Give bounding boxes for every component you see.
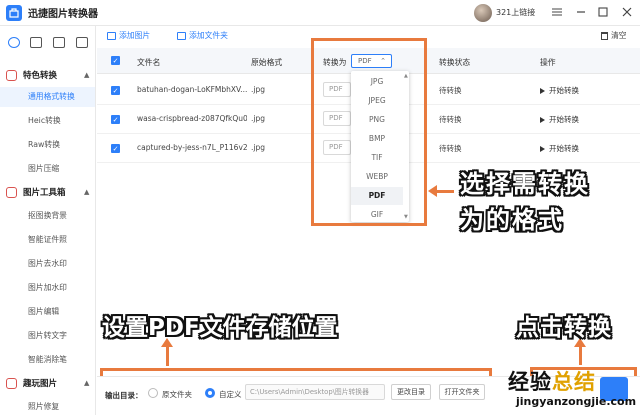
header-filename: 文件名 bbox=[137, 58, 161, 67]
app-logo-icon bbox=[6, 4, 22, 21]
header-status: 转换状态 bbox=[439, 58, 471, 67]
watermark-url: jingyanzongjie.com bbox=[516, 395, 637, 408]
home-icon[interactable] bbox=[8, 37, 20, 48]
special-convert-icon bbox=[6, 69, 17, 81]
arrow-to-output-line bbox=[166, 346, 169, 366]
sidebar-item-id-photo[interactable]: 智能证件照 bbox=[28, 234, 67, 245]
annotation-click-convert: 点击转换 bbox=[516, 315, 612, 341]
add-folder-icon bbox=[177, 31, 186, 40]
sidebar-item-general-convert[interactable]: 通用格式转换 bbox=[0, 87, 95, 107]
arrow-to-format-head bbox=[428, 185, 437, 197]
row-checkbox[interactable]: ✓ bbox=[111, 144, 120, 153]
annotation-select-format-2: 为的格式 bbox=[460, 206, 564, 234]
output-dir-label: 输出目录： bbox=[105, 391, 143, 400]
sidebar-group-toolbox[interactable]: 图片工具箱 ▲ bbox=[6, 186, 89, 198]
username[interactable]: 321上链接 bbox=[496, 7, 535, 18]
minimize-icon[interactable] bbox=[574, 5, 588, 19]
header-orig-format: 原始格式 bbox=[251, 58, 283, 67]
chevron-up-icon: ▲ bbox=[84, 188, 90, 196]
app-title: 迅捷图片转换器 bbox=[28, 9, 98, 20]
row-checkbox[interactable]: ✓ bbox=[111, 86, 120, 95]
sidebar-group-label: 特色转换 bbox=[23, 71, 58, 81]
start-convert-button[interactable]: 开始转换 bbox=[540, 114, 579, 125]
title-bar: 迅捷图片转换器 321上链接 bbox=[0, 0, 640, 26]
format-highlight-box bbox=[311, 38, 427, 226]
open-folder-button[interactable]: 打开文件夹 bbox=[439, 384, 485, 400]
crop-icon[interactable] bbox=[76, 37, 88, 48]
annotation-select-format-1: 选择需转换 bbox=[460, 170, 590, 198]
sidebar-group-fun[interactable]: 趣玩图片 ▲ bbox=[6, 377, 89, 389]
radio-original-label[interactable]: 原文件夹 bbox=[162, 389, 192, 400]
start-convert-button[interactable]: 开始转换 bbox=[540, 143, 579, 154]
file-name: wasa-crispbread-z087QfkQu0... bbox=[137, 114, 247, 123]
play-icon bbox=[540, 87, 545, 94]
fun-image-icon bbox=[6, 377, 17, 389]
layers-icon[interactable] bbox=[53, 37, 65, 48]
sidebar-group-special[interactable]: 特色转换 ▲ bbox=[6, 69, 89, 81]
sidebar-item-cutout[interactable]: 抠图换背景 bbox=[28, 210, 67, 221]
play-icon bbox=[540, 116, 545, 123]
clear-label: 清空 bbox=[611, 31, 627, 40]
avatar[interactable] bbox=[474, 4, 492, 22]
add-image-label: 添加图片 bbox=[119, 31, 151, 40]
file-name: captured-by-jess-n7L_P116v2... bbox=[137, 143, 247, 152]
add-folder-label: 添加文件夹 bbox=[189, 31, 228, 40]
arrow-to-convert-line bbox=[579, 346, 582, 365]
start-convert-label: 开始转换 bbox=[549, 115, 579, 124]
toolbox-icon bbox=[6, 186, 17, 198]
start-convert-label: 开始转换 bbox=[549, 144, 579, 153]
chevron-up-icon: ▲ bbox=[84, 379, 90, 387]
maximize-icon[interactable] bbox=[596, 5, 610, 19]
watermark-text-2: 总结 bbox=[552, 370, 596, 394]
watermark-logo: 经验总结 bbox=[508, 366, 596, 396]
sidebar-item-compress[interactable]: 图片压缩 bbox=[28, 163, 59, 174]
radio-custom-label[interactable]: 自定义 bbox=[219, 389, 242, 400]
file-format: .jpg bbox=[251, 85, 265, 94]
close-icon[interactable] bbox=[620, 5, 634, 19]
sidebar-item-eraser[interactable]: 智能消除笔 bbox=[28, 354, 67, 365]
sidebar: 特色转换 ▲ 通用格式转换 Heic转换 Raw转换 图片压缩 图片工具箱 ▲ … bbox=[0, 58, 96, 415]
convert-status: 待转换 bbox=[439, 86, 462, 95]
sidebar-group-label: 趣玩图片 bbox=[23, 379, 58, 389]
tool-strip bbox=[0, 26, 96, 58]
radio-original-folder[interactable] bbox=[148, 388, 158, 398]
arrow-to-format-line bbox=[436, 190, 454, 193]
start-convert-label: 开始转换 bbox=[549, 86, 579, 95]
convert-status: 待转换 bbox=[439, 144, 462, 153]
image-icon[interactable] bbox=[30, 37, 42, 48]
start-convert-button[interactable]: 开始转换 bbox=[540, 85, 579, 96]
sidebar-group-label: 图片工具箱 bbox=[23, 188, 66, 198]
sidebar-item-raw[interactable]: Raw转换 bbox=[28, 139, 60, 150]
file-format: .jpg bbox=[251, 143, 265, 152]
radio-custom-folder[interactable] bbox=[205, 388, 215, 398]
annotation-set-location: 设置PDF文件存储位置 bbox=[102, 315, 338, 341]
header-operation: 操作 bbox=[540, 58, 556, 67]
add-folder-button[interactable]: 添加文件夹 bbox=[177, 30, 228, 41]
change-dir-button[interactable]: 更改目录 bbox=[391, 384, 431, 400]
clear-button[interactable]: 清空 bbox=[601, 30, 627, 41]
play-icon bbox=[540, 145, 545, 152]
sidebar-item-add-watermark[interactable]: 图片加水印 bbox=[28, 282, 67, 293]
output-path-input[interactable]: C:\Users\Admin\Desktop\图片转换器 bbox=[245, 384, 385, 400]
chevron-up-icon: ▲ bbox=[84, 71, 90, 79]
menu-icon[interactable] bbox=[550, 5, 564, 19]
trash-icon bbox=[601, 31, 608, 40]
row-checkbox[interactable]: ✓ bbox=[111, 115, 120, 124]
watermark-text-1: 经验 bbox=[508, 370, 552, 394]
sidebar-item-ocr[interactable]: 图片转文字 bbox=[28, 330, 67, 341]
file-name: batuhan-dogan-LoKFMbhXV... bbox=[137, 85, 247, 94]
file-format: .jpg bbox=[251, 114, 265, 123]
convert-status: 待转换 bbox=[439, 115, 462, 124]
select-all-checkbox[interactable]: ✓ bbox=[111, 56, 120, 65]
sidebar-item-restore[interactable]: 照片修复 bbox=[28, 401, 59, 412]
sidebar-item-edit[interactable]: 图片编辑 bbox=[28, 306, 59, 317]
add-image-icon bbox=[107, 31, 116, 40]
sidebar-item-remove-watermark[interactable]: 图片去水印 bbox=[28, 258, 67, 269]
add-image-button[interactable]: 添加图片 bbox=[107, 30, 150, 41]
sidebar-item-heic[interactable]: Heic转换 bbox=[28, 115, 61, 126]
